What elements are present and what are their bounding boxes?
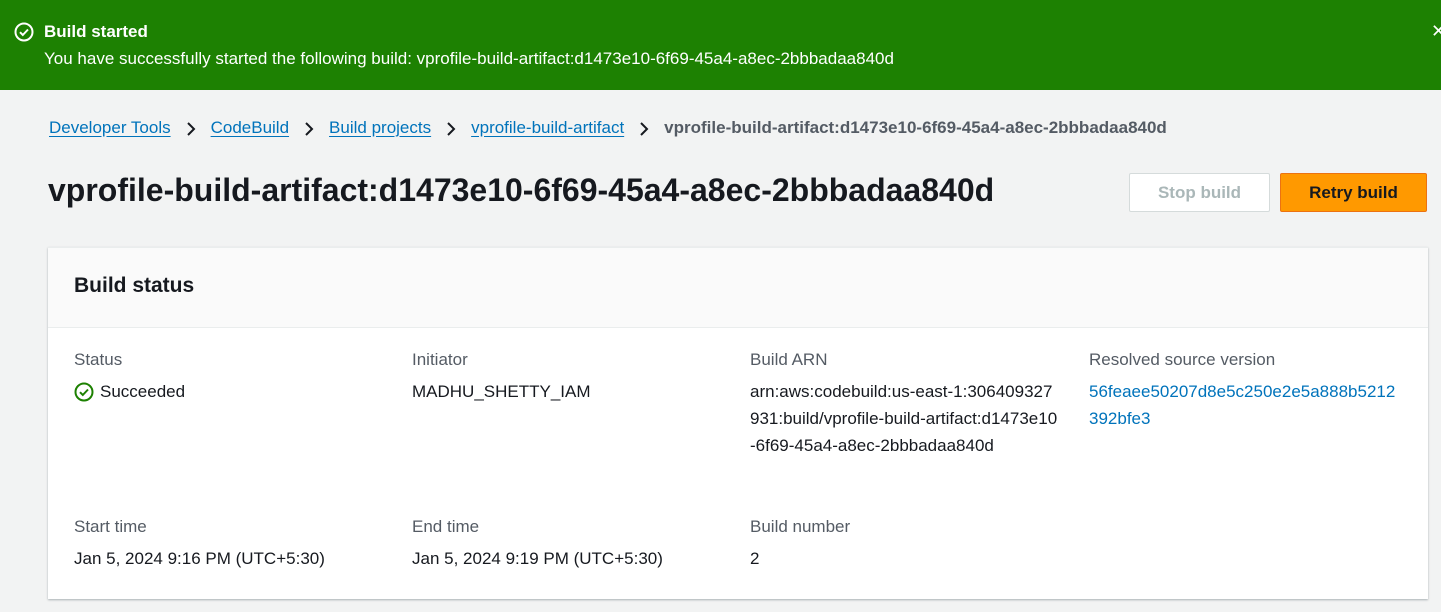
start-time-label: Start time xyxy=(74,517,147,536)
breadcrumb-build-projects[interactable]: Build projects xyxy=(329,118,431,138)
chevron-right-icon xyxy=(431,118,471,138)
build-number-value: 2 xyxy=(750,549,760,568)
breadcrumb-project[interactable]: vprofile-build-artifact xyxy=(471,118,624,138)
panel-header: Build status xyxy=(48,248,1428,328)
end-time-label: End time xyxy=(412,517,480,536)
status-value: Succeeded xyxy=(74,378,185,405)
source-version-field: Resolved source version 56feaee50207d8e5… xyxy=(1089,350,1399,432)
build-number-field: Build number 2 xyxy=(750,517,850,572)
build-number-label: Build number xyxy=(750,517,851,536)
retry-build-button[interactable]: Retry build xyxy=(1280,173,1427,212)
initiator-value: MADHU_SHETTY_IAM xyxy=(412,382,591,401)
close-icon[interactable]: ✕ xyxy=(1431,20,1441,42)
status-text: Succeeded xyxy=(100,382,186,401)
stop-build-button[interactable]: Stop build xyxy=(1129,173,1270,212)
check-circle-icon xyxy=(74,382,94,401)
build-status-panel: Build status Status Succeeded Initiator … xyxy=(48,247,1428,599)
build-arn-value: arn:aws:codebuild:us-east-1:306409327931… xyxy=(750,382,1058,455)
source-version-label: Resolved source version xyxy=(1089,350,1276,369)
flash-message: You have successfully started the follow… xyxy=(44,49,894,68)
chevron-right-icon xyxy=(289,118,329,138)
source-version-link[interactable]: 56feaee50207d8e5c250e2e5a888b5212392bfe3 xyxy=(1089,378,1399,432)
end-time-value: Jan 5, 2024 9:19 PM (UTC+5:30) xyxy=(412,549,663,568)
start-time-field: Start time Jan 5, 2024 9:16 PM (UTC+5:30… xyxy=(74,517,325,572)
end-time-field: End time Jan 5, 2024 9:19 PM (UTC+5:30) xyxy=(412,517,663,572)
breadcrumb-developer-tools[interactable]: Developer Tools xyxy=(49,118,171,138)
start-time-value: Jan 5, 2024 9:16 PM (UTC+5:30) xyxy=(74,549,325,568)
check-circle-icon xyxy=(14,22,34,42)
status-field: Status Succeeded xyxy=(74,350,185,405)
page-title: vprofile-build-artifact:d1473e10-6f69-45… xyxy=(48,172,995,208)
initiator-field: Initiator MADHU_SHETTY_IAM xyxy=(412,350,591,405)
initiator-label: Initiator xyxy=(412,350,468,369)
panel-heading: Build status xyxy=(74,274,195,297)
build-arn-field: Build ARN arn:aws:codebuild:us-east-1:30… xyxy=(750,350,1060,459)
status-label: Status xyxy=(74,350,123,369)
success-flashbar: Build started You have successfully star… xyxy=(0,0,1441,90)
breadcrumb-codebuild[interactable]: CodeBuild xyxy=(211,118,289,138)
breadcrumb-current: vprofile-build-artifact:d1473e10-6f69-45… xyxy=(664,118,1167,137)
build-arn-label: Build ARN xyxy=(750,350,828,369)
chevron-right-icon xyxy=(171,118,211,138)
breadcrumb: Developer Tools CodeBuild Build projects… xyxy=(49,117,1167,139)
chevron-right-icon xyxy=(624,118,664,138)
flash-title: Build started xyxy=(44,22,148,41)
